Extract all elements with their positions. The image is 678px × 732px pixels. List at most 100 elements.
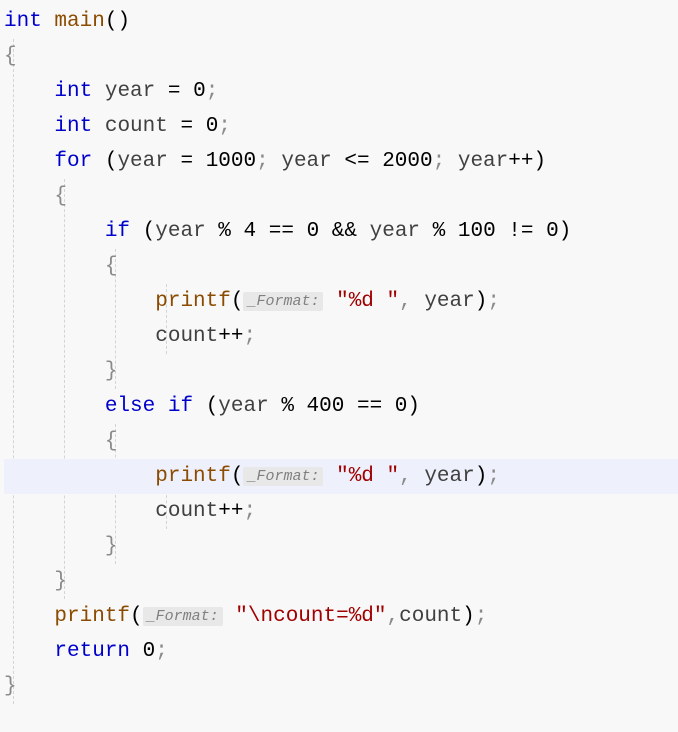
identifier: year [117, 150, 167, 173]
comma: , [387, 605, 400, 628]
operator: ++ [508, 150, 533, 173]
operator: ++ [218, 500, 243, 523]
semicolon: ; [155, 640, 168, 663]
brace-close: } [4, 675, 17, 698]
identifier: count [105, 115, 168, 138]
number: 0 [193, 80, 206, 103]
code-line[interactable]: { [4, 249, 678, 284]
operator: == [357, 395, 382, 418]
number: 0 [307, 220, 320, 243]
semicolon: ; [433, 150, 446, 173]
param-hint: _Format: [243, 467, 323, 486]
keyword-for: for [54, 150, 92, 173]
brace-open: { [54, 185, 67, 208]
paren-close: ) [533, 150, 546, 173]
brace-close: } [54, 570, 67, 593]
string-literal: "\ncount=%d" [235, 605, 386, 628]
semicolon: ; [206, 80, 219, 103]
number: 100 [458, 220, 496, 243]
code-line[interactable]: count++; [4, 494, 678, 529]
paren-close: ) [475, 465, 488, 488]
paren-open: ( [105, 150, 118, 173]
operator: % [281, 395, 294, 418]
comma: , [399, 290, 412, 313]
code-line[interactable]: printf(_Format: "\ncount=%d",count); [4, 599, 678, 634]
code-line[interactable]: } [4, 564, 678, 599]
string-literal: "%d " [336, 465, 399, 488]
paren-open: ( [130, 605, 143, 628]
brace-close: } [105, 360, 118, 383]
keyword-int: int [54, 115, 92, 138]
keyword-else: else [105, 395, 155, 418]
semicolon: ; [243, 500, 256, 523]
code-line[interactable]: return 0; [4, 634, 678, 669]
number: 0 [206, 115, 219, 138]
paren-open: ( [206, 395, 219, 418]
semicolon: ; [256, 150, 269, 173]
identifier: year [155, 220, 205, 243]
code-line[interactable]: for (year = 1000; year <= 2000; year++) [4, 144, 678, 179]
keyword-if: if [168, 395, 193, 418]
code-line[interactable]: int count = 0; [4, 109, 678, 144]
semicolon: ; [475, 605, 488, 628]
identifier: year [105, 80, 155, 103]
parens: () [105, 10, 130, 33]
paren-close: ) [475, 290, 488, 313]
operator: % [433, 220, 446, 243]
operator: % [218, 220, 231, 243]
code-line[interactable]: printf(_Format: "%d ", year); [4, 284, 678, 319]
comma: , [399, 465, 412, 488]
code-line[interactable]: } [4, 354, 678, 389]
function-printf: printf [155, 290, 231, 313]
code-line[interactable]: count++; [4, 319, 678, 354]
code-line[interactable]: { [4, 39, 678, 74]
paren-open: ( [231, 290, 244, 313]
identifier: count [399, 605, 462, 628]
paren-open: ( [231, 465, 244, 488]
identifier: year [458, 150, 508, 173]
code-line[interactable]: if (year % 4 == 0 && year % 100 != 0) [4, 214, 678, 249]
keyword-int: int [54, 80, 92, 103]
brace-open: { [4, 45, 17, 68]
number: 2000 [382, 150, 432, 173]
number: 0 [546, 220, 559, 243]
code-line[interactable]: } [4, 669, 678, 704]
identifier: year [424, 465, 474, 488]
identifier: count [155, 500, 218, 523]
paren-close: ) [559, 220, 572, 243]
code-line[interactable]: { [4, 179, 678, 214]
code-line[interactable]: int main() [4, 4, 678, 39]
paren-close: ) [407, 395, 420, 418]
semicolon: ; [487, 465, 500, 488]
number: 0 [395, 395, 408, 418]
param-hint: _Format: [143, 607, 223, 626]
paren-close: ) [462, 605, 475, 628]
identifier: year [370, 220, 420, 243]
code-line[interactable]: } [4, 529, 678, 564]
operator: <= [344, 150, 369, 173]
code-line[interactable]: int year = 0; [4, 74, 678, 109]
code-line[interactable]: else if (year % 400 == 0) [4, 389, 678, 424]
code-editor[interactable]: int main() { int year = 0; int count = 0… [0, 0, 678, 704]
number: 1000 [206, 150, 256, 173]
keyword-return: return [54, 640, 130, 663]
brace-open: { [105, 430, 118, 453]
brace-open: { [105, 255, 118, 278]
operator: ++ [218, 325, 243, 348]
semicolon: ; [243, 325, 256, 348]
number: 4 [244, 220, 257, 243]
operator: != [508, 220, 533, 243]
semicolon: ; [487, 290, 500, 313]
code-line[interactable]: { [4, 424, 678, 459]
identifier: count [155, 325, 218, 348]
string-literal: "%d " [336, 290, 399, 313]
identifier: year [424, 290, 474, 313]
number: 0 [143, 640, 156, 663]
code-line-highlighted[interactable]: printf(_Format: "%d ", year); [4, 459, 678, 494]
paren-open: ( [143, 220, 156, 243]
operator: = [180, 115, 193, 138]
operator: = [168, 80, 181, 103]
operator: == [269, 220, 294, 243]
function-main: main [54, 10, 104, 33]
operator: && [332, 220, 357, 243]
